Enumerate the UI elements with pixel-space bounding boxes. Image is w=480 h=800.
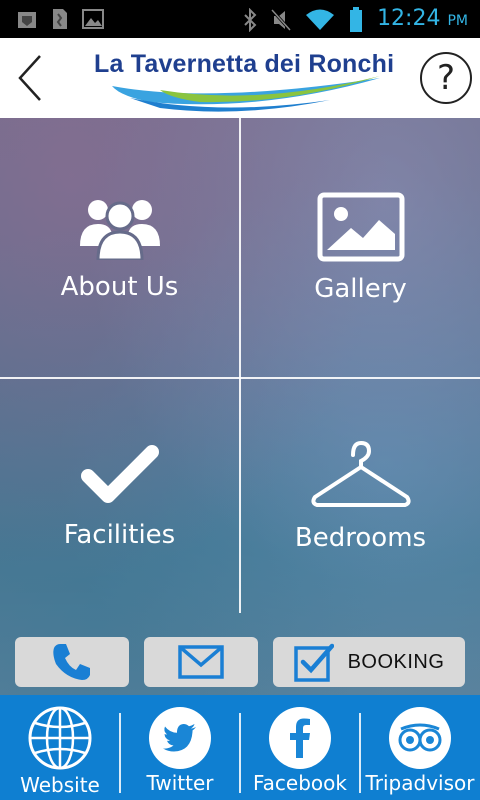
tripadvisor-icon <box>398 723 442 752</box>
footer-label: Website <box>20 773 100 797</box>
logo: La Tavernetta dei Ronchi <box>90 46 394 112</box>
twitter-icon <box>163 724 196 752</box>
tile-about-us[interactable]: About Us <box>0 118 239 377</box>
phone-icon <box>53 644 90 680</box>
footer-twitter[interactable]: Twitter <box>120 695 240 800</box>
facebook-circle <box>269 707 331 769</box>
hanger-icon <box>310 440 411 507</box>
booking-button[interactable]: BOOKING <box>273 637 465 687</box>
usb-icon <box>18 12 36 28</box>
tile-label: Bedrooms <box>294 523 427 553</box>
chevron-left-icon <box>18 55 41 101</box>
image-icon <box>82 9 104 29</box>
battery-icon <box>350 7 363 32</box>
checkmark-icon <box>80 445 159 503</box>
clock-ampm: PM <box>447 13 468 29</box>
footer-label: Tripadvisor <box>365 771 475 795</box>
logo-waves <box>112 76 380 112</box>
menu-grid: About Us Gallery Facilities Bedrooms BOO… <box>0 118 480 695</box>
mute-icon <box>271 8 292 32</box>
tile-gallery[interactable]: Gallery <box>241 118 480 377</box>
tile-label: About Us <box>60 271 179 302</box>
clock-time: 12:24 <box>377 6 441 31</box>
booking-label: BOOKING <box>347 650 445 673</box>
tile-bedrooms[interactable]: Bedrooms <box>241 379 480 613</box>
twitter-circle <box>149 707 211 769</box>
call-button[interactable] <box>15 637 129 687</box>
globe-icon <box>28 706 92 770</box>
footer-label: Twitter <box>146 771 214 795</box>
footer-label: Facebook <box>253 771 347 795</box>
help-icon: ? <box>436 58 456 98</box>
tile-label: Gallery <box>314 273 407 304</box>
system-icons: 12:24 PM <box>243 5 468 35</box>
wifi-icon <box>306 9 335 30</box>
clock: 12:24 PM <box>377 5 468 35</box>
tile-label: Facilities <box>63 520 176 550</box>
footer-website[interactable]: Website <box>0 695 120 800</box>
email-button[interactable] <box>144 637 258 687</box>
tile-facilities[interactable]: Facilities <box>0 379 239 613</box>
mail-icon <box>178 645 224 679</box>
social-footer: Website Twitter Facebook Tripadvisor <box>0 695 480 800</box>
app-header: La Tavernetta dei Ronchi ? <box>0 38 480 118</box>
gallery-image-icon <box>317 192 404 261</box>
checkbox-icon <box>293 643 334 682</box>
back-button[interactable] <box>10 54 50 102</box>
status-bar: 12:24 PM <box>0 0 480 38</box>
users-icon <box>79 199 160 260</box>
help-button[interactable]: ? <box>420 52 472 104</box>
bluetooth-icon <box>244 8 257 32</box>
footer-facebook[interactable]: Facebook <box>240 695 360 800</box>
notification-icons <box>16 8 104 30</box>
footer-tripadvisor[interactable]: Tripadvisor <box>360 695 480 800</box>
facebook-icon <box>290 718 310 758</box>
file-icon <box>53 9 67 29</box>
tripadvisor-circle <box>389 707 451 769</box>
